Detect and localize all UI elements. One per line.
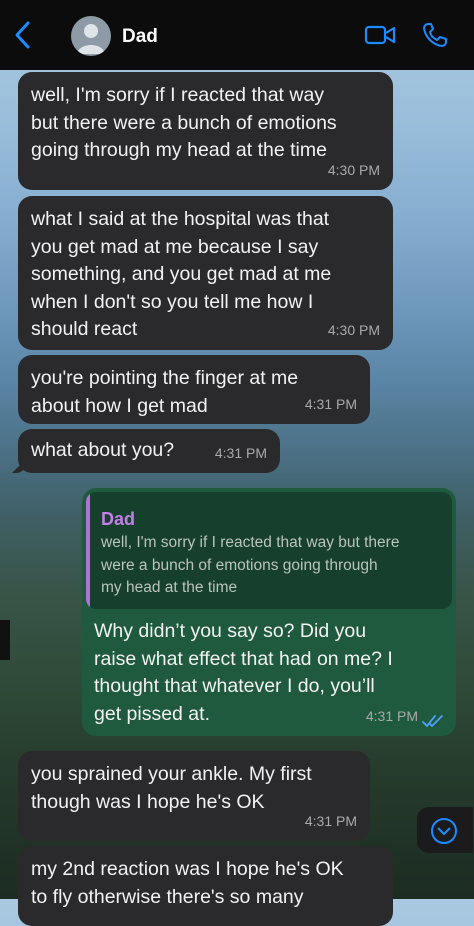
incoming-message[interactable]: what about you? 4:31 PM [12,429,280,473]
message-text: you're pointing the finger at me about h… [31,367,299,417]
quote-accent-bar [86,492,90,609]
contact-name[interactable]: Dad [122,26,158,48]
message-time: 4:31 PM [214,444,267,461]
message-text: you sprained your ankle. My first though… [31,763,312,813]
message-text: what about you? [31,439,175,461]
window-frame [0,620,10,660]
outgoing-message[interactable]: Dad well, I'm sorry if I reacted that wa… [82,488,456,736]
quote-text: well, I'm sorry if I reacted that way bu… [101,534,400,596]
message-text: what I said at the hospital was that you… [31,208,332,340]
message-time: 4:31 PM [365,707,418,724]
quoted-message[interactable]: Dad well, I'm sorry if I reacted that wa… [86,492,452,609]
chevron-down-circle-icon [431,818,457,844]
incoming-message[interactable]: what I said at the hospital was that you… [18,196,393,350]
avatar[interactable] [71,16,111,56]
message-text: my 2nd reaction was I hope he's OK to fl… [31,858,344,908]
incoming-message[interactable]: you sprained your ankle. My first though… [18,751,370,841]
message-text: Why didn’t you say so? Did you raise wha… [94,620,393,725]
message-time: 4:30 PM [327,161,380,178]
incoming-message[interactable]: my 2nd reaction was I hope he's OK to fl… [18,846,393,926]
phone-icon[interactable] [422,22,448,48]
avatar-placeholder-icon [77,24,105,54]
incoming-message[interactable]: you're pointing the finger at me about h… [18,355,370,424]
message-time: 4:31 PM [304,812,357,829]
bubble-tail [12,459,26,473]
scroll-to-bottom-button[interactable] [417,807,473,853]
message-text: well, I'm sorry if I reacted that way bu… [31,84,337,161]
message-time: 4:31 PM [304,395,357,412]
incoming-message[interactable]: well, I'm sorry if I reacted that way bu… [18,72,393,190]
chat-header: Dad [0,0,474,70]
video-camera-icon[interactable] [364,23,396,47]
read-ticks-icon [422,715,443,728]
quote-author: Dad [101,509,136,529]
back-chevron-icon[interactable] [12,20,34,50]
message-time: 4:30 PM [327,321,380,338]
